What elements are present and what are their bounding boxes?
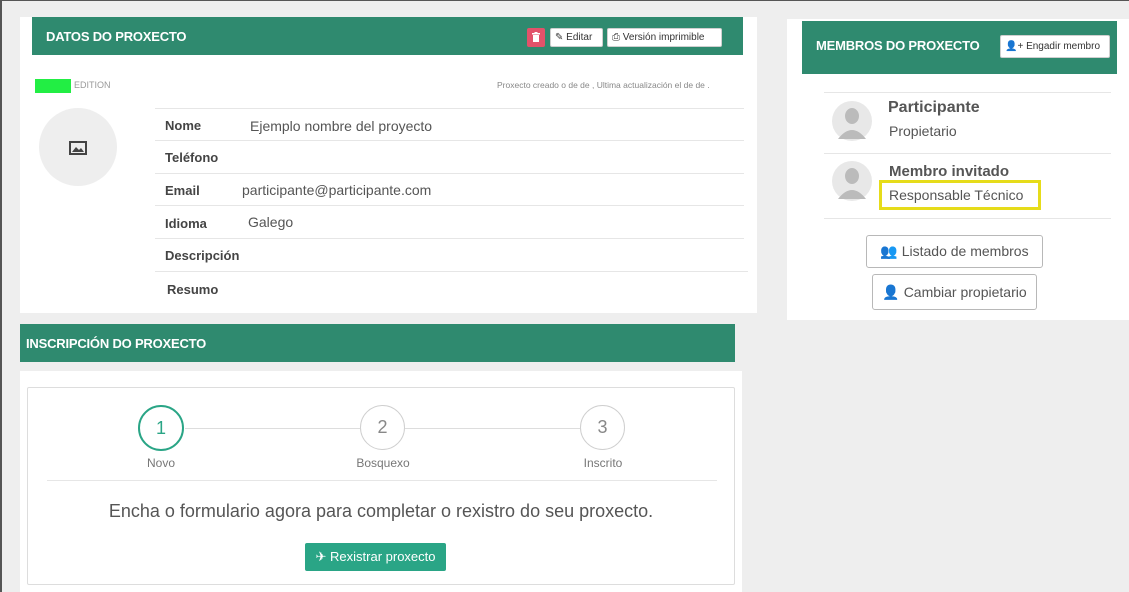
steps-divider: [47, 480, 717, 481]
step-connector: [405, 428, 580, 429]
step-1-circle[interactable]: 1: [138, 405, 184, 451]
field-label-idioma: Idioma: [165, 216, 207, 231]
avatar: [832, 161, 872, 201]
field-value-nome: Ejemplo nombre del proyecto: [250, 118, 433, 134]
users-icon: 👥: [880, 243, 898, 259]
project-header-title: DATOS DO PROXECTO: [46, 29, 187, 44]
step-3-circle[interactable]: 3: [580, 405, 625, 450]
field-divider: [155, 173, 744, 174]
list-members-button[interactable]: 👥 Listado de membros: [866, 235, 1043, 268]
registration-message: Encha o formulario agora para completar …: [108, 501, 654, 521]
members-header-title: MEMBROS DO PROXECTO: [816, 38, 980, 53]
trash-icon: [532, 32, 540, 42]
field-label-descripcion: Descripción: [165, 248, 240, 263]
step-2-circle[interactable]: 2: [360, 405, 405, 450]
project-panel: [20, 17, 757, 313]
register-project-button[interactable]: ✈ Rexistrar proxecto: [305, 543, 446, 571]
pencil-icon: ✎: [555, 32, 564, 43]
members-divider: [824, 92, 1111, 93]
field-label-resumo: Resumo: [167, 282, 219, 297]
field-value-idioma: Galego: [248, 214, 294, 230]
member-role: Responsable Técnico: [889, 187, 1024, 203]
step-connector: [185, 428, 360, 429]
members-divider: [824, 153, 1111, 154]
registration-header-title: INSCRIPCIÓN DO PROXECTO: [26, 336, 207, 351]
user-avatar-icon: [838, 168, 866, 199]
delete-button[interactable]: [527, 28, 545, 47]
register-project-label: Rexistrar proxecto: [330, 549, 436, 564]
add-user-icon: 👤+: [1005, 41, 1024, 52]
print-button[interactable]: ⎙ Versión imprimible: [607, 28, 722, 47]
add-member-button[interactable]: 👤+ Engadir membro: [1000, 35, 1110, 58]
step-1-label: Novo: [146, 456, 175, 470]
change-owner-button[interactable]: 👤 Cambiar propietario: [872, 274, 1037, 310]
field-value-email: participante@participante.com: [242, 182, 432, 198]
step-3-label: Inscrito: [583, 456, 623, 470]
project-meta: Proxecto creado o de de , Ultima actuali…: [497, 80, 710, 90]
field-label-nome: Nome: [165, 118, 202, 133]
list-members-label: Listado de membros: [901, 243, 1029, 259]
paper-plane-icon: ✈: [315, 549, 327, 564]
member-name: Participante: [888, 99, 980, 116]
page: DATOS DO PROXECTO ✎ Editar ⎙ Versión imp…: [0, 0, 1129, 592]
status-label: EDITION: [74, 80, 111, 90]
step-2-label: Bosquexo: [356, 456, 410, 470]
member-role: Propietario: [889, 123, 957, 139]
step-1-number: 1: [155, 418, 166, 438]
change-owner-label: Cambiar propietario: [903, 284, 1027, 300]
status-badge: [35, 79, 71, 93]
image-icon: [69, 141, 87, 155]
members-divider: [824, 218, 1111, 219]
edit-button-label: Editar: [566, 32, 593, 43]
registration-header: INSCRIPCIÓN DO PROXECTO: [20, 324, 735, 362]
project-image-placeholder[interactable]: [39, 108, 117, 186]
add-member-label: Engadir membro: [1026, 41, 1100, 52]
user-icon: 👤: [882, 284, 900, 300]
user-avatar-icon: [838, 108, 866, 139]
field-divider: [155, 108, 744, 109]
field-divider: [155, 205, 744, 206]
field-label-email: Email: [165, 183, 200, 198]
step-3-number: 3: [597, 417, 608, 437]
field-divider: [155, 238, 744, 239]
member-name: Membro invitado: [889, 163, 1010, 180]
avatar: [832, 101, 872, 141]
field-divider: [155, 271, 748, 272]
print-icon: ⎙: [612, 32, 620, 43]
print-button-label: Versión imprimible: [622, 32, 705, 43]
field-divider: [155, 140, 744, 141]
step-2-number: 2: [377, 417, 388, 437]
field-label-telefono: Teléfono: [165, 150, 219, 165]
edit-button[interactable]: ✎ Editar: [550, 28, 603, 47]
